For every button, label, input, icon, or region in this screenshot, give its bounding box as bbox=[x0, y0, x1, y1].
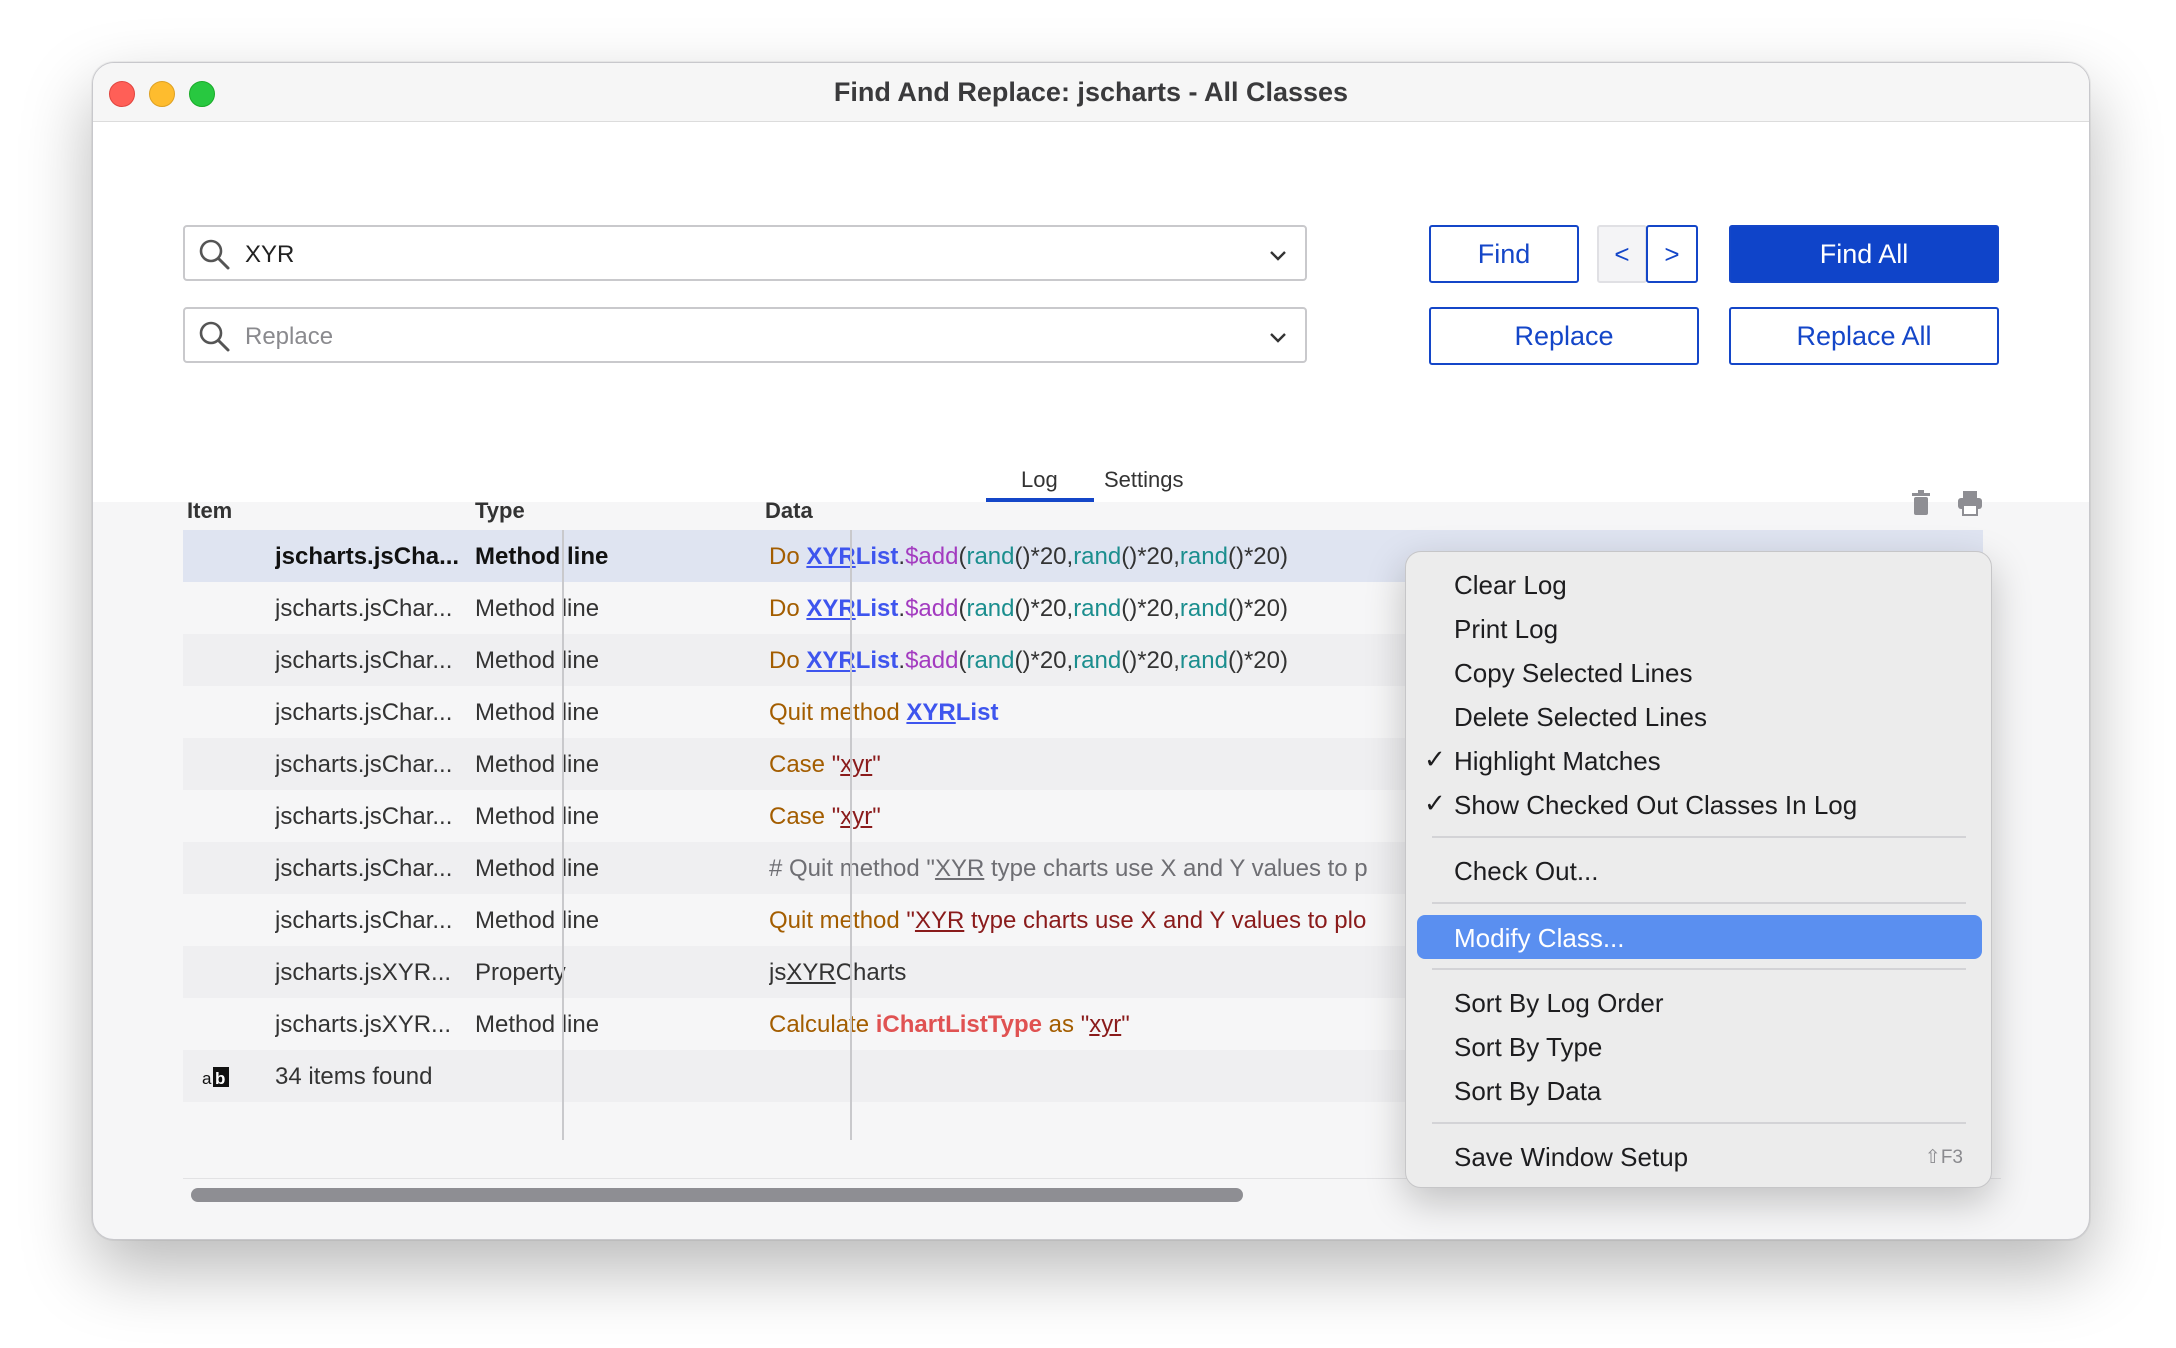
row-type: Method line bbox=[475, 1011, 600, 1038]
menu-item-highlight-matches[interactable]: ✓ Highlight Matches bbox=[1406, 740, 1991, 780]
row-item: jscharts.jsChar... bbox=[275, 595, 453, 622]
row-type: Method line bbox=[475, 699, 600, 726]
replace-input[interactable]: Replace bbox=[245, 323, 333, 351]
row-type: Method line bbox=[475, 751, 600, 778]
menu-item-sort-by-data[interactable]: Sort By Data bbox=[1406, 1070, 1991, 1110]
menu-item-check-out[interactable]: Check Out... bbox=[1406, 850, 1991, 890]
replace-button[interactable]: Replace bbox=[1429, 307, 1699, 365]
menu-item-save-window-setup[interactable]: Save Window Setup ⇧F3 bbox=[1406, 1136, 1991, 1176]
replace-field[interactable]: Replace bbox=[183, 307, 1307, 363]
table-header: Item Type Data bbox=[183, 488, 2001, 530]
row-item: jscharts.jsXYR... bbox=[275, 1011, 452, 1038]
row-type: Method line bbox=[475, 647, 600, 674]
row-item: jscharts.jsXYR... bbox=[275, 959, 452, 986]
column-divider[interactable] bbox=[850, 530, 852, 1140]
horizontal-scrollbar-thumb[interactable] bbox=[191, 1188, 1243, 1202]
search-panel: XYR Replace Find < > Find All Replace Re… bbox=[93, 122, 2089, 502]
menu-item-copy-selected-lines[interactable]: Copy Selected Lines bbox=[1406, 652, 1991, 692]
menu-separator bbox=[1432, 902, 1966, 904]
title-bar: Find And Replace: jscharts - All Classes bbox=[93, 63, 2089, 122]
column-header-data[interactable]: Data bbox=[765, 498, 813, 524]
column-header-item[interactable]: Item bbox=[187, 498, 232, 524]
menu-item-delete-selected-lines[interactable]: Delete Selected Lines bbox=[1406, 696, 1991, 736]
row-item: jscharts.jsCha... bbox=[275, 543, 460, 570]
row-type: Method line bbox=[475, 543, 609, 570]
chevron-down-icon[interactable] bbox=[1267, 327, 1289, 349]
next-match-button[interactable]: > bbox=[1646, 225, 1698, 283]
menu-item-clear-log[interactable]: Clear Log bbox=[1406, 564, 1991, 604]
window-title: Find And Replace: jscharts - All Classes bbox=[833, 77, 1349, 107]
menu-separator bbox=[1432, 1122, 1966, 1124]
row-type: Method line bbox=[475, 855, 600, 882]
menu-item-show-checked-out-classes[interactable]: ✓ Show Checked Out Classes In Log bbox=[1406, 784, 1991, 824]
menu-item-modify-class[interactable]: Modify Class... bbox=[1417, 915, 1982, 959]
row-item: jscharts.jsChar... bbox=[275, 751, 453, 778]
trash-icon[interactable] bbox=[1906, 488, 1936, 518]
row-type: Method line bbox=[475, 595, 600, 622]
row-item: jscharts.jsChar... bbox=[275, 647, 453, 674]
row-item: jscharts.jsChar... bbox=[275, 803, 453, 830]
printer-icon[interactable] bbox=[1955, 488, 1985, 518]
column-header-type[interactable]: Type bbox=[475, 498, 525, 524]
column-divider[interactable] bbox=[562, 530, 564, 1140]
row-type: Method line bbox=[475, 907, 600, 934]
checkmark-icon: ✓ bbox=[1424, 744, 1446, 774]
svg-text:b: b bbox=[215, 1069, 225, 1088]
menu-separator bbox=[1432, 968, 1966, 970]
menu-item-sort-by-type[interactable]: Sort By Type bbox=[1406, 1026, 1991, 1066]
row-type: Method line bbox=[475, 803, 600, 830]
find-field[interactable]: XYR bbox=[183, 225, 1307, 281]
previous-match-button[interactable]: < bbox=[1597, 225, 1647, 283]
search-icon bbox=[199, 239, 230, 270]
menu-separator bbox=[1432, 836, 1966, 838]
search-icon bbox=[199, 321, 230, 352]
shortcut-label: ⇧F3 bbox=[1924, 1147, 1963, 1168]
svg-text:a: a bbox=[202, 1069, 212, 1088]
find-button[interactable]: Find bbox=[1429, 225, 1579, 283]
row-item: jscharts.jsChar... bbox=[275, 907, 453, 934]
row-item: jscharts.jsChar... bbox=[275, 699, 453, 726]
context-menu: Clear Log Print Log Copy Selected Lines … bbox=[1405, 551, 1992, 1188]
find-input[interactable]: XYR bbox=[245, 241, 294, 269]
chevron-down-icon[interactable] bbox=[1267, 245, 1289, 267]
menu-item-sort-by-log-order[interactable]: Sort By Log Order bbox=[1406, 982, 1991, 1022]
checkmark-icon: ✓ bbox=[1424, 788, 1446, 818]
menu-item-print-log[interactable]: Print Log bbox=[1406, 608, 1991, 648]
row-type: Property bbox=[475, 959, 566, 986]
row-item: jscharts.jsChar... bbox=[275, 855, 453, 882]
items-found-count: 34 items found bbox=[275, 1063, 433, 1090]
replace-all-button[interactable]: Replace All bbox=[1729, 307, 1999, 365]
ab-icon: ab bbox=[202, 1067, 229, 1088]
find-all-button[interactable]: Find All bbox=[1729, 225, 1999, 283]
